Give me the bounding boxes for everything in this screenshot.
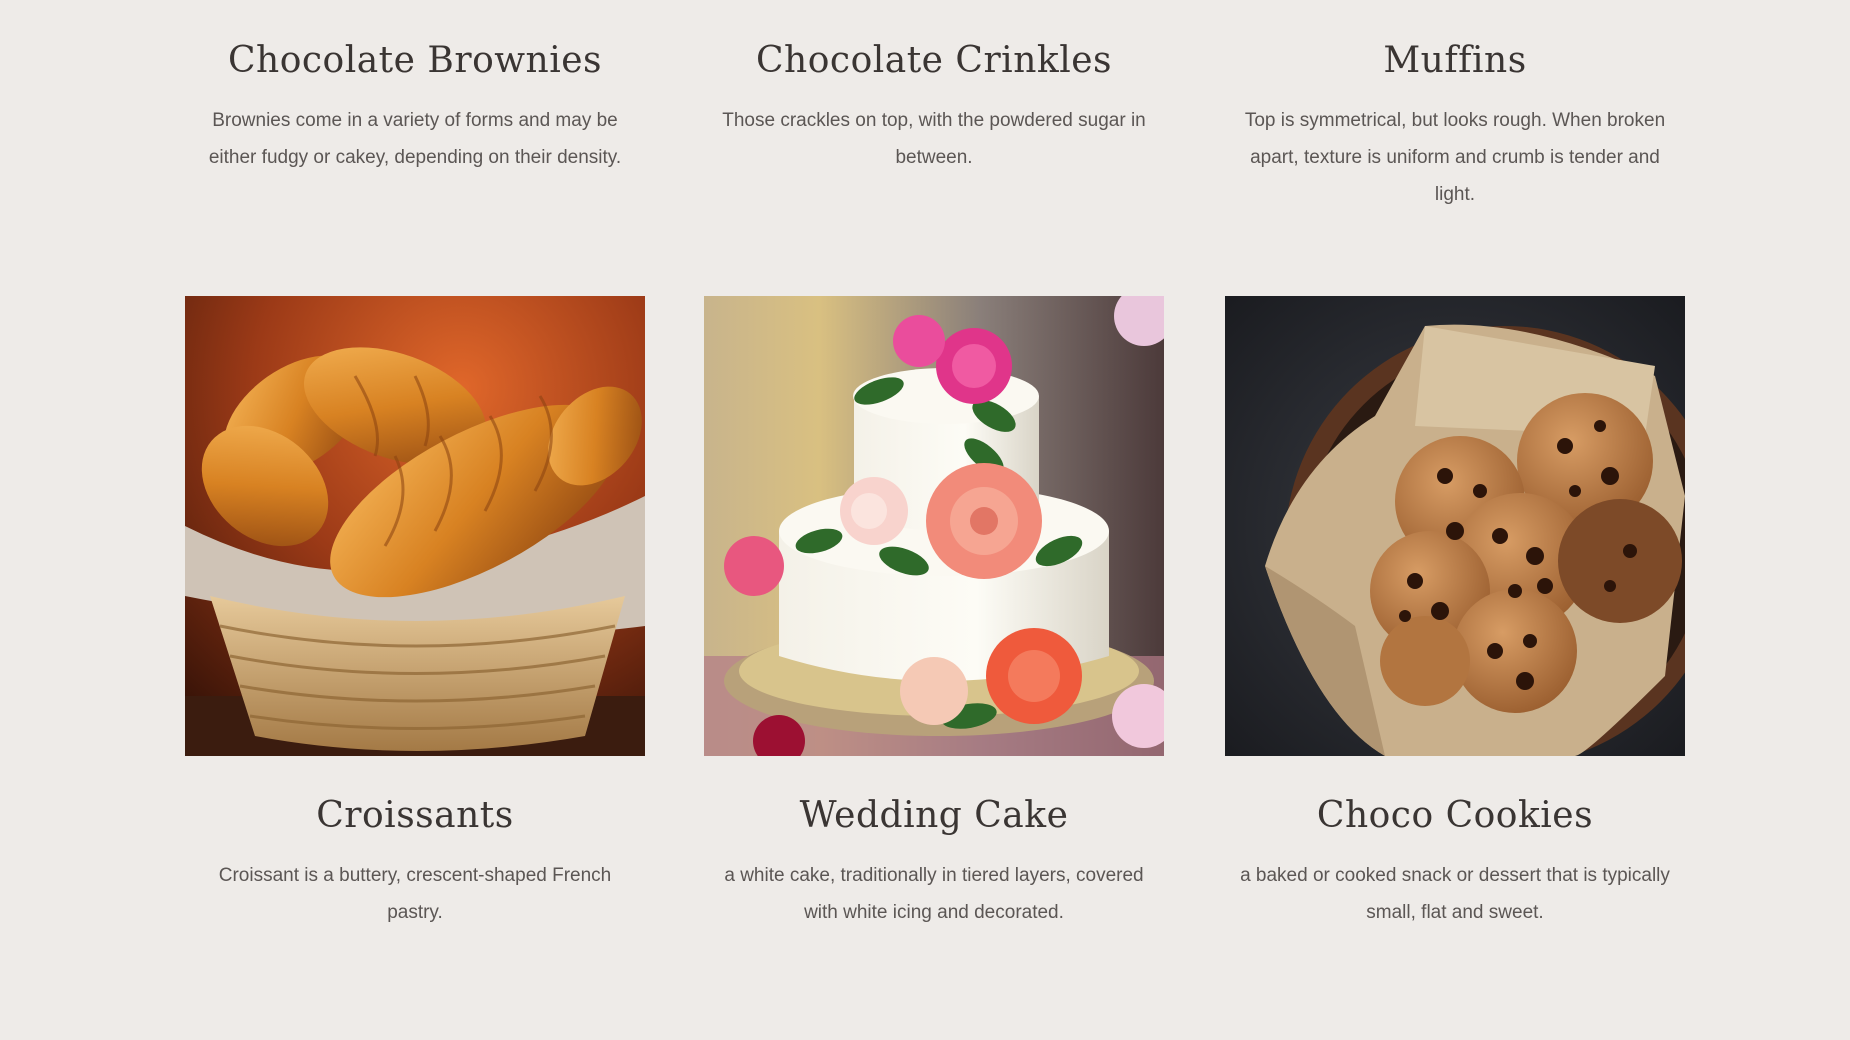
card-chocolate-crinkles: Chocolate Crinkles Those crackles on top… xyxy=(704,38,1164,176)
card-choco-cookies: Choco Cookies a baked or cooked snack or… xyxy=(1225,793,1685,931)
card-description: a baked or cooked snack or dessert that … xyxy=(1240,865,1670,923)
card-title: Chocolate Brownies xyxy=(227,40,603,81)
card-title: Choco Cookies xyxy=(1316,795,1594,836)
card-title: Croissants xyxy=(316,795,514,836)
card-description: a white cake, traditionally in tiered la… xyxy=(724,865,1144,923)
card-chocolate-brownies: Chocolate Brownies Brownies come in a va… xyxy=(185,38,645,176)
card-title: Muffins xyxy=(1383,40,1527,81)
choco-cookies-photo xyxy=(1225,296,1685,756)
croissants-photo xyxy=(185,296,645,756)
card-wedding-cake: Wedding Cake a white cake, traditionally… xyxy=(704,793,1164,931)
card-croissants: Croissants Croissant is a buttery, cresc… xyxy=(185,793,645,931)
wedding-cake-photo xyxy=(704,296,1164,756)
choco-cookies-image xyxy=(1225,296,1685,756)
card-description: Those crackles on top, with the powdered… xyxy=(722,110,1146,168)
card-title: Wedding Cake xyxy=(799,795,1069,836)
card-title: Chocolate Crinkles xyxy=(756,40,1112,81)
card-description: Top is symmetrical, but looks rough. Whe… xyxy=(1244,110,1666,205)
croissants-image xyxy=(185,296,645,756)
card-description: Croissant is a buttery, crescent-shaped … xyxy=(218,865,612,923)
card-description: Brownies come in a variety of forms and … xyxy=(208,110,622,168)
card-muffins: Muffins Top is symmetrical, but looks ro… xyxy=(1225,38,1685,213)
wedding-cake-image xyxy=(704,296,1164,756)
